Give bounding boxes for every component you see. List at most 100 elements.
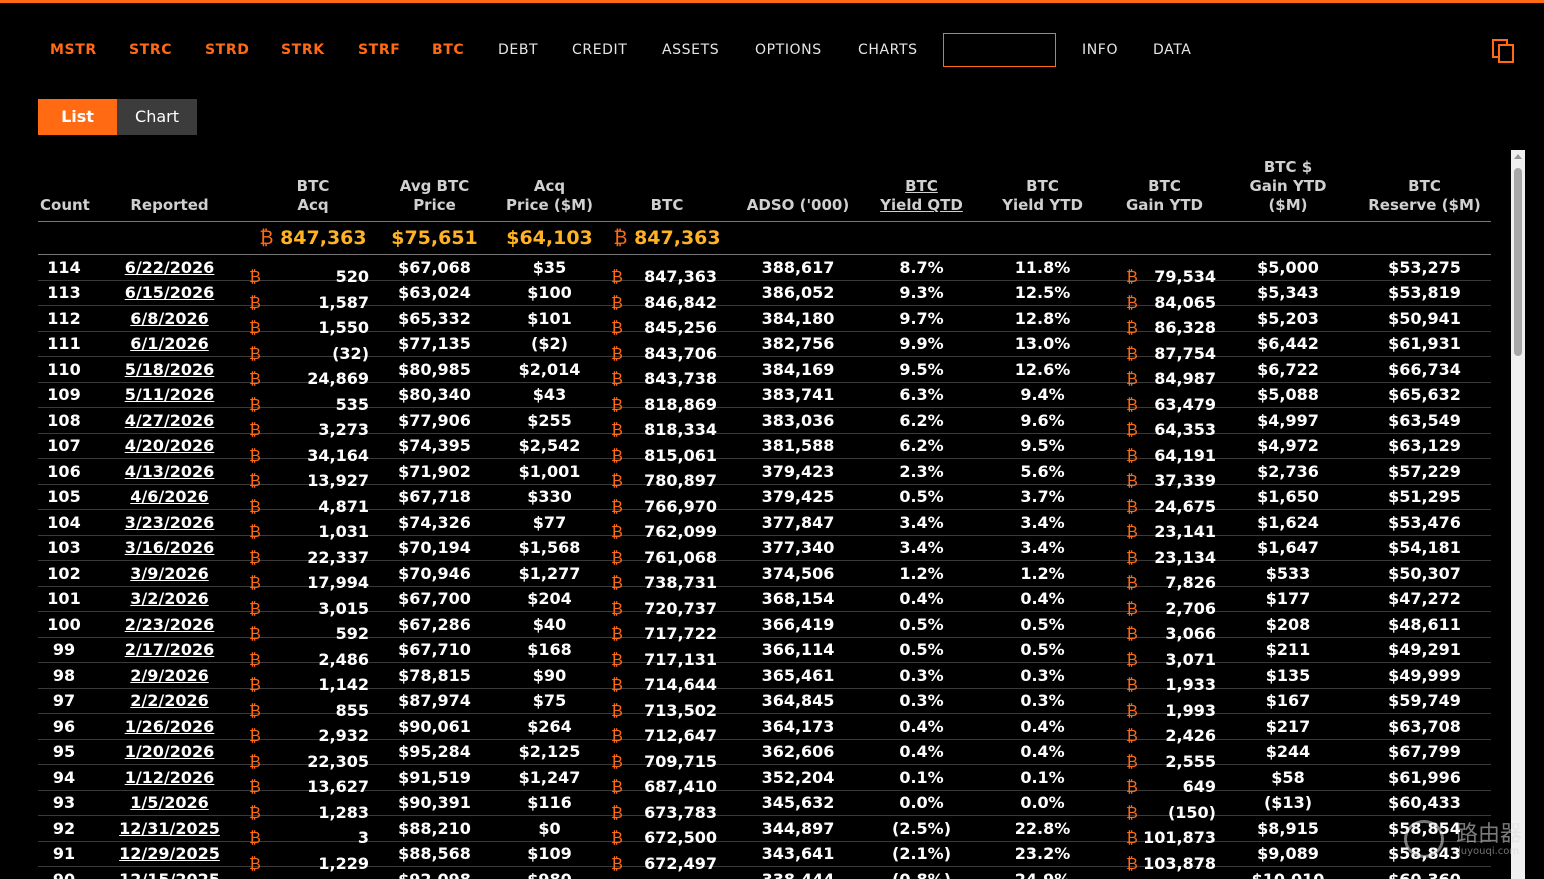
table-cell: ₿ 1,933 xyxy=(1111,662,1218,694)
table-cell: 0.4% xyxy=(869,586,974,612)
reported-date-link[interactable]: 1/20/2026 xyxy=(125,742,215,761)
table-cell: 0.0% xyxy=(974,790,1111,816)
nav-credit[interactable]: CREDIT xyxy=(572,42,627,58)
reported-date-link[interactable]: 12/29/2025 xyxy=(119,844,220,863)
table-cell: 0.4% xyxy=(974,713,1111,740)
table-cell: $60,360 xyxy=(1358,866,1491,879)
table-cell: ₿ 4,871 xyxy=(249,484,377,516)
table-cell: 384,169 xyxy=(727,356,869,383)
nav-btc[interactable]: BTC xyxy=(432,42,464,58)
nav-strd[interactable]: STRD xyxy=(205,42,249,58)
reported-date-link[interactable]: 5/11/2026 xyxy=(125,385,215,404)
list-view-button[interactable]: List xyxy=(38,99,117,135)
reported-date-link[interactable]: 4/27/2026 xyxy=(125,411,215,430)
nav-strc[interactable]: STRC xyxy=(129,42,172,58)
table-cell: 109 xyxy=(38,382,90,408)
table-cell: 99 xyxy=(38,637,90,663)
table-cell: 352,204 xyxy=(727,764,869,791)
table-cell: ₿ 720,737 xyxy=(607,586,727,618)
table-row: 100 2/23/2026 ₿ 592 $67,286 $40 ₿ 717,722 366,41… xyxy=(38,611,1491,643)
reported-date-link[interactable]: 3/23/2026 xyxy=(125,513,215,532)
table-cell: 107 xyxy=(38,433,90,459)
table-cell: $60,433 xyxy=(1358,790,1491,816)
nav-assets[interactable]: ASSETS xyxy=(662,42,719,58)
table-cell: 91 xyxy=(38,841,90,867)
table-row: 99 2/17/2026 ₿ 2,486 $67,710 $168 ₿ 717,131 366,… xyxy=(38,637,1491,669)
table-cell: $6,722 xyxy=(1218,356,1358,383)
table-cell: ₿ 2,426 xyxy=(1111,713,1218,745)
table-cell: 383,741 xyxy=(727,382,869,408)
column-header[interactable]: BTC Yield QTD xyxy=(869,150,974,222)
table-cell: ₿ 1,031 xyxy=(249,509,377,541)
summary-btc-acq-value: 847,363 xyxy=(280,226,367,249)
reported-date-link[interactable]: 6/15/2026 xyxy=(125,283,215,302)
table-cell: $167 xyxy=(1218,688,1358,714)
watermark-subtext: luyouqi.com xyxy=(1458,846,1520,857)
table-cell: $1,647 xyxy=(1218,535,1358,561)
table-cell: ₿ (32) xyxy=(249,331,377,363)
column-header: BTC xyxy=(607,150,727,222)
table-cell: ₿ 717,722 xyxy=(607,611,727,643)
purchases-table-container: Count Reported BTC Acq Avg BTC Price Acq Price … xyxy=(38,150,1491,879)
nav-info[interactable]: INFO xyxy=(1082,42,1118,58)
reported-date-link[interactable]: 1/5/2026 xyxy=(130,793,208,812)
reported-date-link[interactable]: 2/2/2026 xyxy=(130,691,208,710)
table-cell: 0.1% xyxy=(974,764,1111,791)
nav-mstr[interactable]: MSTR xyxy=(50,42,97,58)
copy-icon[interactable] xyxy=(1491,38,1517,64)
table-cell: ₿ 17,994 xyxy=(249,560,377,592)
reported-date-link[interactable]: 1/26/2026 xyxy=(125,717,215,736)
reported-date-link[interactable]: 5/18/2026 xyxy=(125,360,215,379)
reported-date-link[interactable]: 12/15/2025 xyxy=(119,870,220,879)
table-cell: $65,332 xyxy=(377,305,492,332)
nav-options[interactable]: OPTIONS xyxy=(755,42,822,58)
reported-date-link[interactable]: 4/13/2026 xyxy=(125,462,215,481)
table-cell: ₿ 717,131 xyxy=(607,637,727,669)
reported-date-link[interactable]: 2/17/2026 xyxy=(125,640,215,659)
table-cell: 2.3% xyxy=(869,458,974,485)
summary-btc-acq: ₿ 847,363 xyxy=(249,221,377,255)
table-cell: 0.3% xyxy=(974,688,1111,714)
reported-date-link[interactable]: 4/6/2026 xyxy=(130,487,208,506)
table-row: 94 1/12/2026 ₿ 13,627 $91,519 $1,247 ₿ 687,410 3… xyxy=(38,764,1491,796)
scrollbar-thumb[interactable] xyxy=(1514,168,1522,356)
scroll-up-arrow-icon[interactable] xyxy=(1514,154,1522,159)
nav-search-box[interactable] xyxy=(943,33,1056,67)
reported-date-link[interactable]: 6/8/2026 xyxy=(130,309,208,328)
table-cell: ₿ 13,927 xyxy=(249,458,377,490)
reported-date-link[interactable]: 12/31/2025 xyxy=(119,819,220,838)
reported-date-link[interactable]: 3/9/2026 xyxy=(130,564,208,583)
nav-strk[interactable]: STRK xyxy=(281,42,325,58)
reported-date-link[interactable]: 3/16/2026 xyxy=(125,538,215,557)
table-row: 114 6/22/2026 ₿ 520 $67,068 $35 ₿ 847,363 388,61… xyxy=(38,254,1491,286)
table-cell: ₿ 22,305 xyxy=(249,739,377,771)
reported-date-link[interactable]: 6/22/2026 xyxy=(125,258,215,277)
table-cell: ₿ 84,065 xyxy=(1111,280,1218,312)
reported-date-link[interactable]: 2/23/2026 xyxy=(125,615,215,634)
table-cell: 108 xyxy=(38,407,90,434)
table-cell: 12/29/2025 xyxy=(90,841,249,867)
reported-date-link[interactable]: 4/20/2026 xyxy=(125,436,215,455)
table-cell: $50,941 xyxy=(1358,305,1491,332)
reported-date-link[interactable]: 6/1/2026 xyxy=(130,334,208,353)
reported-date-link[interactable]: 3/2/2026 xyxy=(130,589,208,608)
reported-date-link[interactable]: 2/9/2026 xyxy=(130,666,208,685)
table-cell: $65,632 xyxy=(1358,382,1491,408)
chart-view-button[interactable]: Chart xyxy=(117,99,197,135)
nav-strf[interactable]: STRF xyxy=(358,42,400,58)
table-cell: 96 xyxy=(38,713,90,740)
table-cell: $75 xyxy=(492,688,607,714)
table-cell: $6,442 xyxy=(1218,331,1358,357)
reported-date-link[interactable]: 1/12/2026 xyxy=(125,768,215,787)
table-cell: 0.5% xyxy=(869,611,974,638)
nav-debt[interactable]: DEBT xyxy=(498,42,538,58)
table-cell: $80,985 xyxy=(377,356,492,383)
table-cell: ₿ 101,873 xyxy=(1111,815,1218,847)
table-cell: $177 xyxy=(1218,586,1358,612)
table-cell: 106 xyxy=(38,458,90,485)
table-cell: $47,272 xyxy=(1358,586,1491,612)
nav-data[interactable]: DATA xyxy=(1153,42,1191,58)
table-cell: ₿ 1,229 xyxy=(249,841,377,873)
nav-charts[interactable]: CHARTS xyxy=(858,42,918,58)
table-cell: $116 xyxy=(492,790,607,816)
